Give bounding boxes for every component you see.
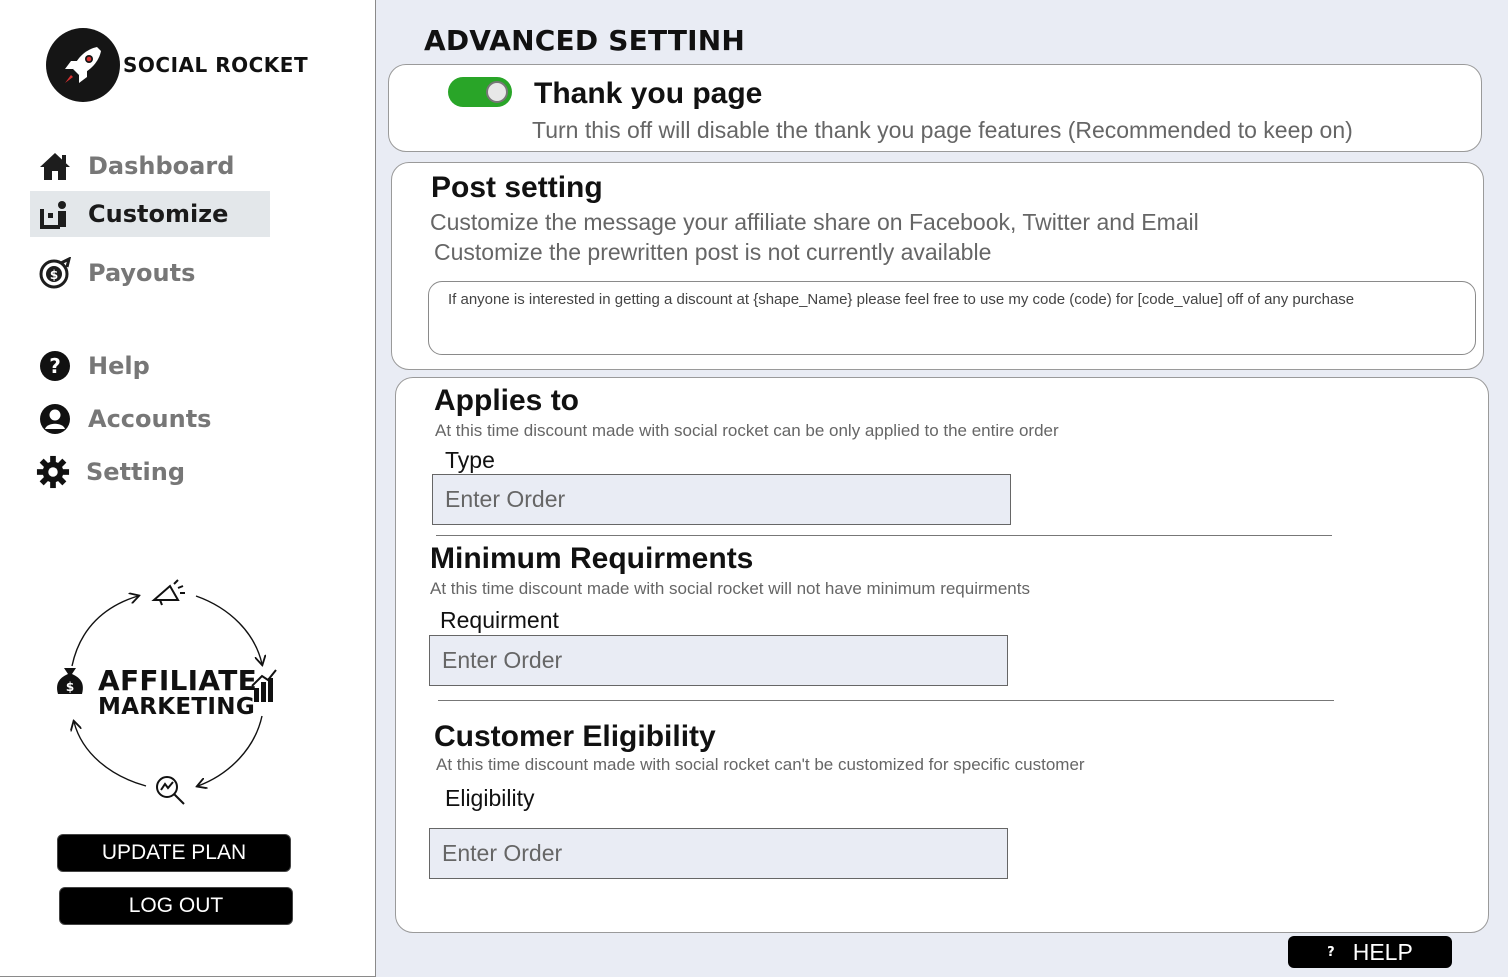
- brand-name: SOCIAL ROCKET: [123, 53, 309, 77]
- sidebar-item-customize[interactable]: Customize: [30, 191, 270, 237]
- sidebar-item-payouts[interactable]: $ Payouts: [30, 250, 270, 296]
- post-setting-note: Customize the prewritten post is not cur…: [434, 239, 992, 265]
- svg-text:$: $: [50, 268, 58, 282]
- thank-you-title: Thank you page: [534, 77, 763, 110]
- home-icon: [38, 149, 72, 183]
- payouts-icon: $: [38, 256, 72, 290]
- minimum-requirements-description: At this time discount made with social r…: [430, 579, 1030, 598]
- toggle-knob: [486, 81, 508, 103]
- money-bag-icon: $: [57, 668, 83, 694]
- sidebar-item-label: Help: [88, 352, 150, 380]
- section-divider: [438, 700, 1334, 701]
- magnifier-icon: [156, 776, 185, 805]
- sidebar-item-accounts[interactable]: Accounts: [30, 396, 270, 442]
- sidebar-item-setting[interactable]: Setting: [28, 449, 268, 495]
- type-label: Type: [445, 447, 495, 473]
- update-plan-button[interactable]: UPDATE PLAN: [57, 834, 291, 872]
- customer-eligibility-title: Customer Eligibility: [434, 720, 716, 753]
- question-icon: ?: [1327, 944, 1335, 960]
- applies-to-title: Applies to: [434, 384, 580, 417]
- sidebar-item-label: Accounts: [88, 405, 212, 433]
- rocket-icon: [46, 28, 120, 102]
- customize-icon: [38, 197, 72, 231]
- thank-you-description: Turn this off will disable the thank you…: [532, 117, 1353, 143]
- affiliate-title-line1: AFFILIATE: [98, 664, 258, 697]
- post-setting-card: Post setting Customize the message your …: [391, 162, 1484, 370]
- requirement-label: Requirment: [440, 607, 559, 633]
- megaphone-icon: [151, 579, 185, 606]
- svg-text:?: ?: [49, 354, 61, 378]
- log-out-button[interactable]: LOG OUT: [59, 887, 293, 925]
- sidebar-item-label: Dashboard: [88, 152, 235, 180]
- post-message-textarea[interactable]: If anyone is interested in getting a dis…: [428, 281, 1476, 355]
- discount-settings-card: Applies to At this time discount made wi…: [395, 377, 1489, 933]
- sidebar: SOCIAL ROCKET Dashboard Customize $ Payo…: [0, 0, 376, 977]
- minimum-requirements-title: Minimum Requirments: [430, 542, 754, 575]
- gear-icon: [36, 455, 70, 489]
- sidebar-item-dashboard[interactable]: Dashboard: [30, 143, 270, 189]
- type-input[interactable]: [432, 474, 1011, 525]
- account-icon: [38, 402, 72, 436]
- eligibility-label: Eligibility: [445, 785, 535, 811]
- sidebar-item-label: Payouts: [88, 259, 196, 287]
- affiliate-marketing-graphic: $ AFFILIATE MARKETING: [50, 578, 282, 808]
- post-setting-description: Customize the message your affiliate sha…: [430, 209, 1199, 235]
- sidebar-item-label: Setting: [86, 458, 185, 486]
- help-button[interactable]: ? HELP: [1288, 936, 1452, 968]
- applies-to-description: At this time discount made with social r…: [435, 421, 1059, 440]
- eligibility-input[interactable]: [429, 828, 1008, 879]
- help-button-label: HELP: [1352, 938, 1413, 965]
- sidebar-item-label: Customize: [88, 200, 229, 228]
- brand-logo[interactable]: SOCIAL ROCKET: [46, 28, 308, 102]
- svg-text:$: $: [66, 680, 74, 694]
- page-title: ADVANCED SETTINH: [424, 24, 746, 57]
- sidebar-item-help[interactable]: ? Help: [30, 343, 270, 389]
- requirement-input[interactable]: [429, 635, 1008, 686]
- help-icon: ?: [38, 349, 72, 383]
- thank-you-toggle[interactable]: [448, 77, 512, 107]
- section-divider: [436, 535, 1332, 536]
- thank-you-card: Thank you page Turn this off will disabl…: [388, 64, 1482, 152]
- customer-eligibility-description: At this time discount made with social r…: [436, 755, 1085, 774]
- affiliate-title-line2: MARKETING: [98, 694, 256, 720]
- post-setting-title: Post setting: [431, 171, 603, 204]
